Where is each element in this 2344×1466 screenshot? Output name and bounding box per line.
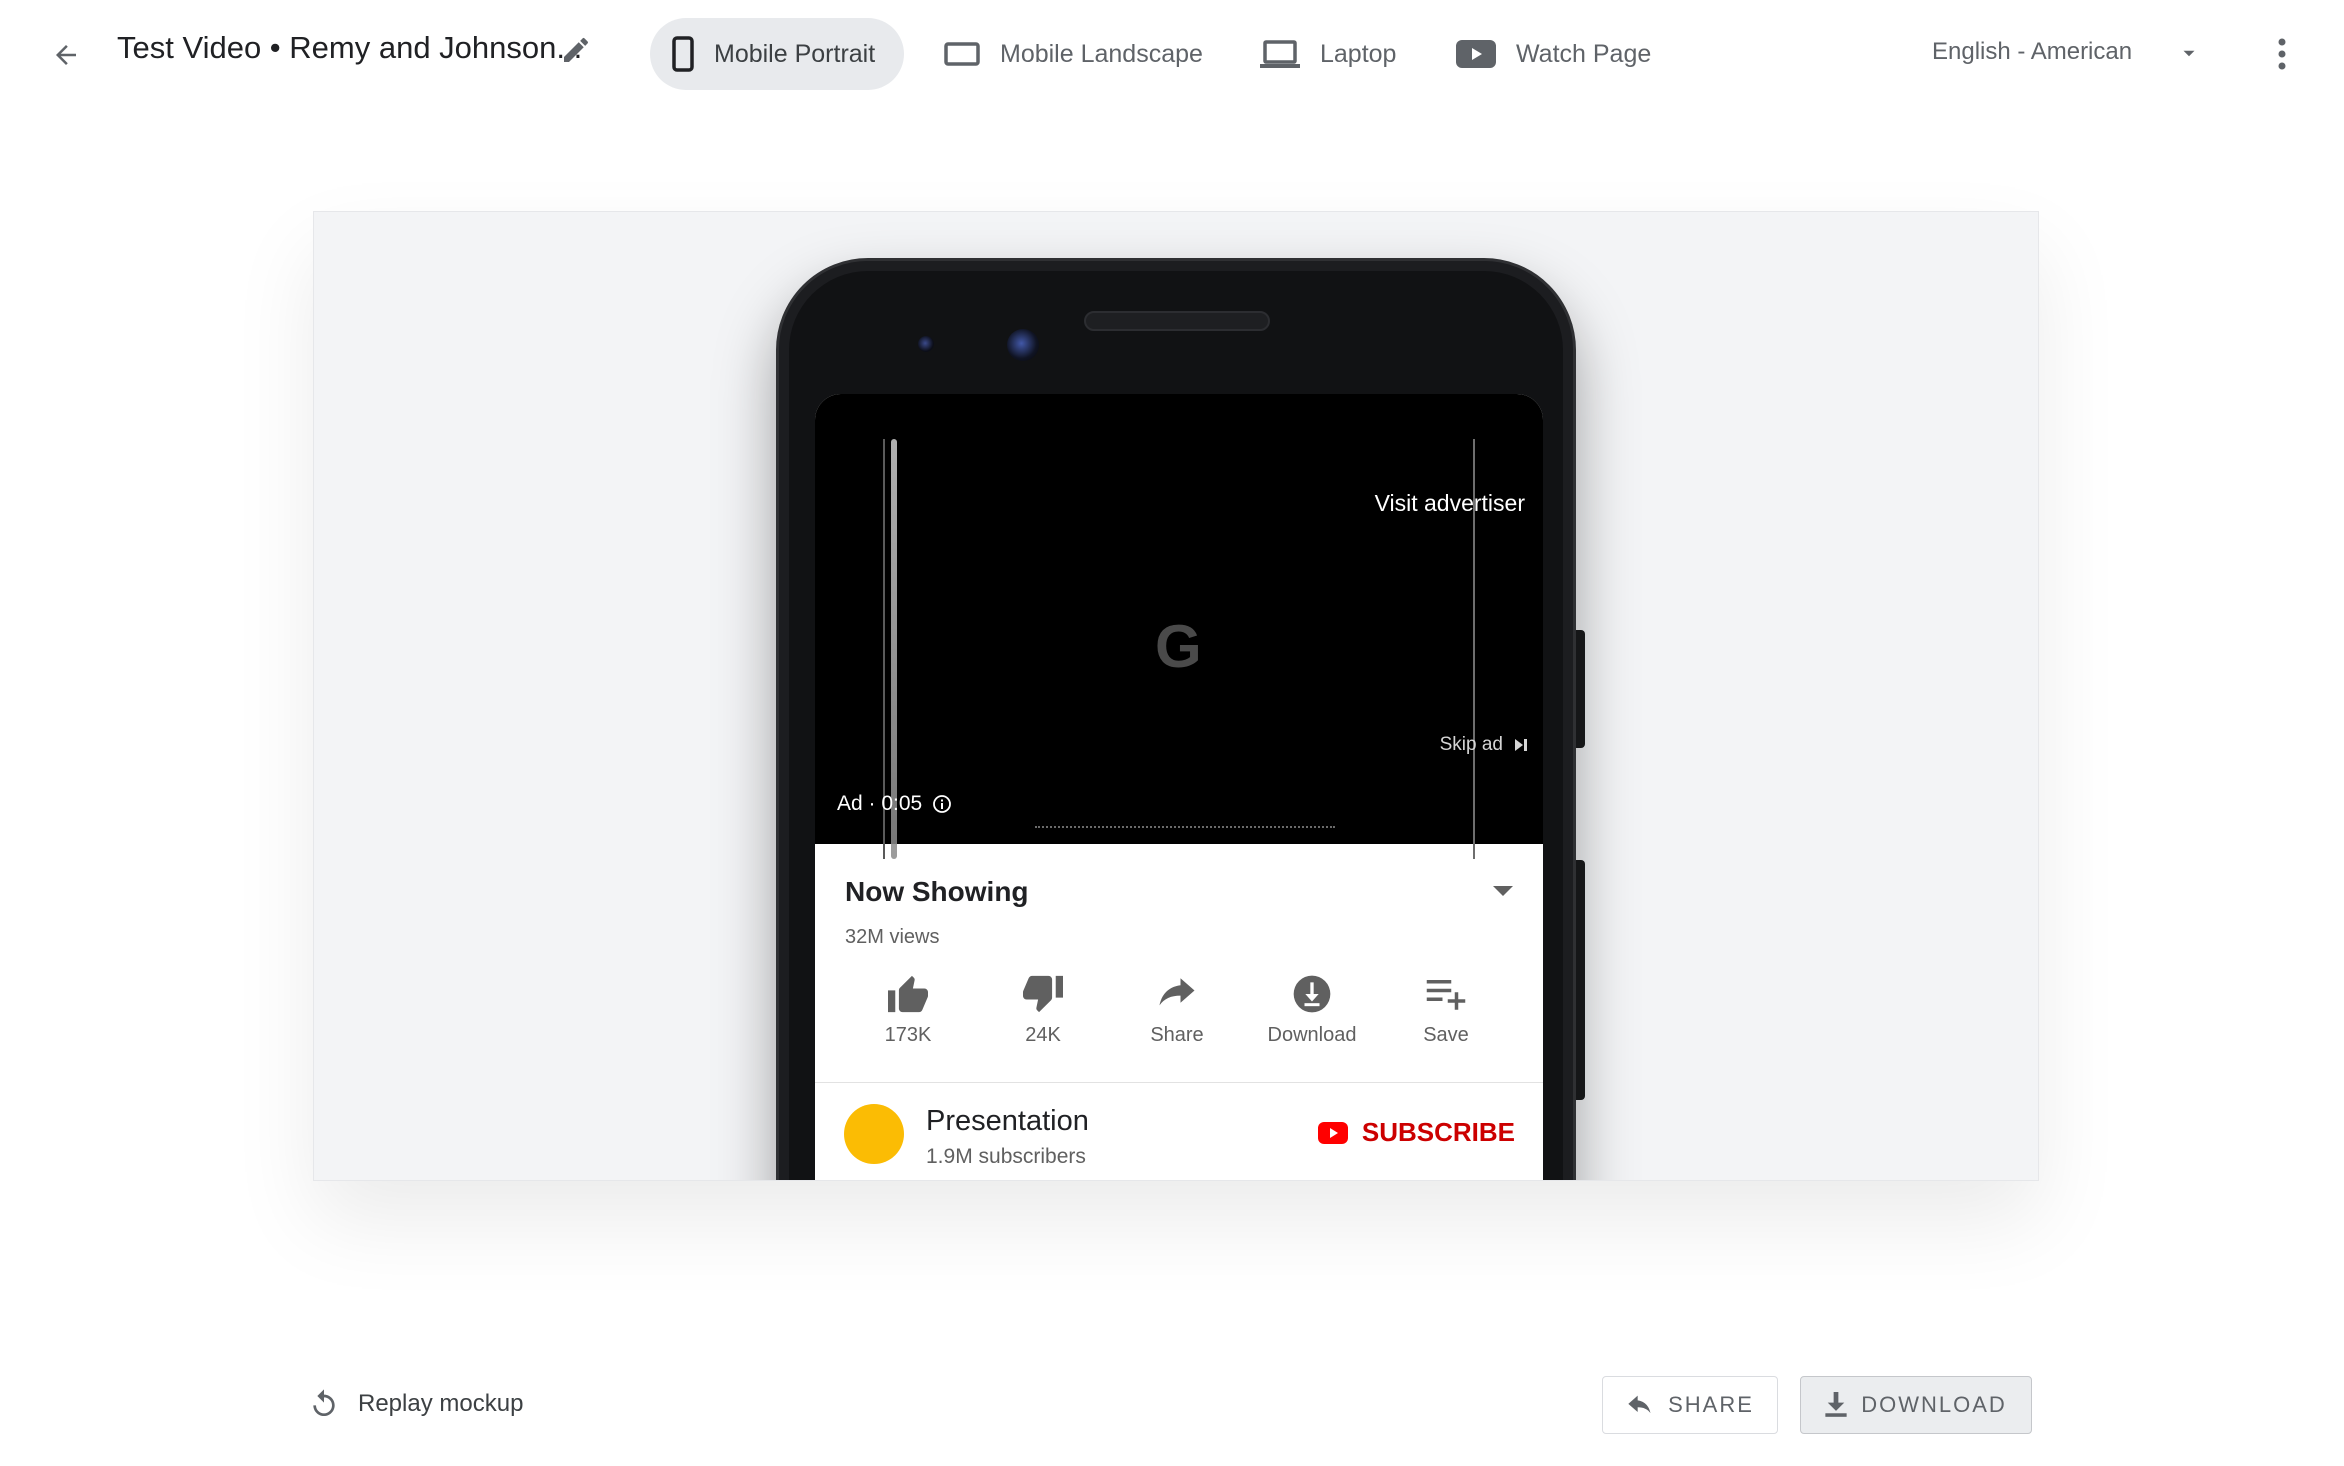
phone-speaker: [1084, 311, 1270, 331]
like-button[interactable]: 173K: [848, 970, 968, 1047]
replay-mockup-button[interactable]: Replay mockup: [308, 1388, 523, 1420]
save-label: Save: [1423, 1024, 1469, 1046]
subscribe-button[interactable]: SUBSCRIBE: [1317, 1117, 1515, 1148]
smartphone-icon: [672, 36, 694, 72]
youtube-icon: [1317, 1121, 1348, 1144]
ad-badge: Ad · 0:05: [837, 792, 952, 816]
share-button-label: SHARE: [1668, 1392, 1754, 1417]
share-button[interactable]: SHARE: [1602, 1376, 1778, 1434]
view-count: 32M views: [845, 926, 940, 948]
more-options-button[interactable]: [2262, 30, 2302, 78]
arrow-back-icon: [56, 45, 76, 65]
video-heading: Now Showing: [845, 876, 1029, 907]
video-actions: 173K 24K Share Download Save: [815, 970, 1543, 1060]
chevron-down-icon: [2183, 50, 2195, 57]
chevron-down-icon: [1493, 886, 1513, 896]
tab-label: Mobile Portrait: [714, 39, 876, 68]
language-dropdown-button[interactable]: [2178, 42, 2200, 69]
expand-description-button[interactable]: [1491, 884, 1515, 903]
top-bar: Test Video • Remy and Johnson... Mobile …: [0, 0, 2344, 106]
ad-timer: Ad · 0:05: [837, 792, 923, 815]
edit-title-button[interactable]: [556, 28, 596, 72]
tab-watch-page[interactable]: Watch Page: [1434, 18, 1673, 90]
phone-side-button: [1576, 630, 1585, 748]
tab-label: Laptop: [1320, 39, 1397, 68]
subscribe-label: SUBSCRIBE: [1361, 1117, 1515, 1147]
thumb-up-icon: [848, 970, 968, 1018]
save-video-button[interactable]: Save: [1386, 970, 1506, 1047]
replay-icon: [308, 1388, 340, 1420]
google-logo: G: [1155, 613, 1202, 680]
channel-row: Presentation 1.9M subscribers SUBSCRIBE: [815, 1083, 1543, 1180]
play-icon: [1456, 40, 1496, 68]
language-select[interactable]: English - American: [1932, 38, 2132, 66]
phone-camera: [1007, 329, 1039, 361]
phone-sensor: [918, 336, 934, 352]
video-player[interactable]: G Visit advertiser Skip ad Ad · 0:05: [815, 394, 1543, 859]
share-video-button[interactable]: Share: [1117, 970, 1237, 1047]
download-button[interactable]: DOWNLOAD: [1800, 1376, 2032, 1434]
pencil-icon: [564, 37, 589, 62]
download-video-button[interactable]: Download: [1252, 970, 1372, 1047]
tab-label: Watch Page: [1516, 39, 1652, 68]
info-icon[interactable]: [932, 794, 952, 814]
download-icon: [1252, 970, 1372, 1018]
visit-advertiser-link[interactable]: Visit advertiser: [1375, 490, 1525, 517]
skip-next-icon: [1513, 737, 1529, 753]
tab-mobile-portrait[interactable]: Mobile Portrait: [650, 18, 904, 90]
skip-ad-button[interactable]: Skip ad: [1440, 734, 1529, 756]
skip-ad-label: Skip ad: [1439, 734, 1503, 755]
download-label: Download: [1267, 1024, 1357, 1046]
tab-mobile-landscape[interactable]: Mobile Landscape: [922, 18, 1225, 90]
laptop-icon: [1260, 40, 1300, 68]
download-icon: [1825, 1392, 1847, 1418]
ad-disclaimer-line: [1035, 826, 1335, 830]
video-title: Test Video • Remy and Johnson...: [117, 30, 583, 65]
share-label: Share: [1150, 1024, 1204, 1046]
replay-label: Replay mockup: [358, 1390, 524, 1417]
phone-frame: G Visit advertiser Skip ad Ad · 0:05 Now…: [776, 258, 1576, 1180]
subscriber-count: 1.9M subscribers: [926, 1145, 1086, 1168]
avatar[interactable]: [844, 1104, 904, 1164]
dislike-count: 24K: [1025, 1024, 1061, 1046]
dislike-button[interactable]: 24K: [983, 970, 1103, 1047]
more-vert-icon: [2278, 38, 2286, 70]
thumb-down-icon: [983, 970, 1103, 1018]
phone-side-button: [1576, 860, 1585, 1100]
channel-name[interactable]: Presentation: [926, 1105, 1089, 1138]
playlist-add-icon: [1386, 970, 1506, 1018]
back-button[interactable]: [44, 33, 88, 77]
share-icon: [1117, 970, 1237, 1018]
download-button-label: DOWNLOAD: [1861, 1392, 2007, 1417]
landscape-phone-icon: [944, 42, 980, 66]
like-count: 173K: [884, 1024, 932, 1046]
tab-laptop[interactable]: Laptop: [1238, 18, 1418, 90]
phone-screen: G Visit advertiser Skip ad Ad · 0:05 Now…: [815, 394, 1543, 1180]
mockup-stage: G Visit advertiser Skip ad Ad · 0:05 Now…: [313, 211, 2039, 1181]
reply-icon: [1626, 1394, 1654, 1416]
tab-label: Mobile Landscape: [1000, 39, 1203, 68]
